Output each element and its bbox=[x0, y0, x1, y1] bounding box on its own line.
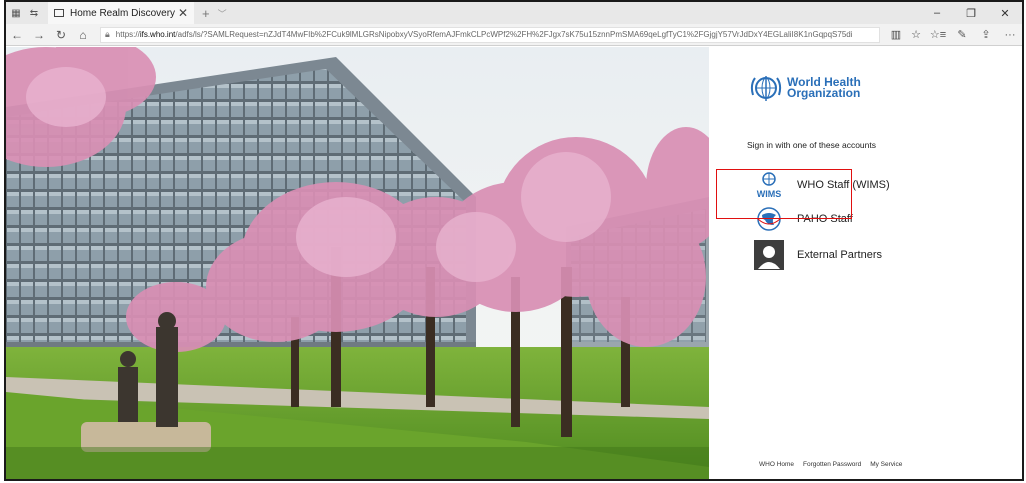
forward-icon[interactable]: → bbox=[28, 28, 50, 42]
org-name: World Health Organization bbox=[787, 76, 861, 100]
address-bar-row: ← → ↻ ⌂ 🔒︎ https://ifs.who.int/adfs/ls/?… bbox=[6, 24, 1022, 46]
maximize-button[interactable]: ❐ bbox=[954, 7, 988, 20]
window-controls: – ❐ ✕ bbox=[920, 2, 1022, 24]
lock-icon: 🔒︎ bbox=[105, 29, 110, 39]
login-panel: World Health Organization Sign in with o… bbox=[709, 47, 1022, 479]
person-silhouette-icon bbox=[753, 239, 785, 271]
chevron-down-icon[interactable]: ﹀ bbox=[218, 7, 227, 20]
footer-link-my-service[interactable]: My Service bbox=[870, 461, 902, 468]
favorites-hub-icon[interactable]: ☆≡ bbox=[926, 28, 950, 41]
favorite-icon[interactable]: ☆ bbox=[911, 28, 921, 41]
more-icon[interactable]: ··· bbox=[998, 29, 1022, 41]
share-icon[interactable]: ⇪ bbox=[974, 28, 998, 41]
home-icon[interactable]: ⌂ bbox=[72, 28, 94, 42]
tab-home-realm-discovery[interactable]: Home Realm Discovery ✕ bbox=[48, 2, 194, 24]
address-input[interactable]: 🔒︎ https://ifs.who.int/adfs/ls/?SAMLRequ… bbox=[100, 26, 880, 43]
account-external-partners[interactable]: External Partners bbox=[753, 239, 882, 271]
minimize-button[interactable]: – bbox=[920, 7, 954, 19]
pen-icon[interactable]: ✎ bbox=[950, 28, 974, 41]
tab-title: Home Realm Discovery bbox=[70, 7, 176, 19]
close-tab-icon[interactable]: ✕ bbox=[178, 6, 188, 20]
page-content: World Health Organization Sign in with o… bbox=[6, 47, 1022, 479]
address-actions: ▥ ☆ bbox=[886, 28, 926, 41]
signin-prompt: Sign in with one of these accounts bbox=[747, 140, 876, 150]
browser-window: ▦ ⇆ Home Realm Discovery ✕ + ﹀ – ❐ ✕ ← →… bbox=[4, 0, 1024, 481]
url-host: ifs.who.int bbox=[139, 30, 176, 39]
panel-footer: WHO Home Forgotten Password My Service bbox=[759, 461, 911, 468]
url-prefix: https:// bbox=[115, 30, 140, 39]
tab-preview-icon[interactable]: ⇆ bbox=[26, 6, 42, 20]
refresh-icon[interactable]: ↻ bbox=[50, 28, 72, 42]
browser-toolbar: ☆≡ ✎ ⇪ ··· bbox=[926, 28, 1022, 42]
close-window-button[interactable]: ✕ bbox=[988, 7, 1022, 20]
page-icon bbox=[54, 9, 64, 17]
account-label-external: External Partners bbox=[797, 249, 882, 261]
tab-bar: ▦ ⇆ Home Realm Discovery ✕ + ﹀ – ❐ ✕ bbox=[6, 2, 1022, 24]
footer-link-forgotten-password[interactable]: Forgotten Password bbox=[803, 461, 861, 468]
back-icon[interactable]: ← bbox=[6, 28, 28, 42]
photo-illustration bbox=[6, 47, 709, 479]
new-tab-button[interactable]: + bbox=[202, 6, 210, 21]
footer-link-who-home[interactable]: WHO Home bbox=[759, 461, 794, 468]
url-path: /adfs/ls/?SAMLRequest=nZJdT4MwFIb%2FCuk9… bbox=[175, 30, 853, 39]
who-headquarters-photo bbox=[6, 47, 709, 479]
org-name-line2: Organization bbox=[787, 86, 861, 100]
highlight-box bbox=[716, 169, 852, 219]
who-logo: World Health Organization bbox=[749, 73, 861, 103]
who-emblem-icon bbox=[750, 76, 782, 101]
tab-actions-icon[interactable]: ▦ bbox=[8, 6, 24, 20]
reading-view-icon[interactable]: ▥ bbox=[891, 28, 901, 41]
